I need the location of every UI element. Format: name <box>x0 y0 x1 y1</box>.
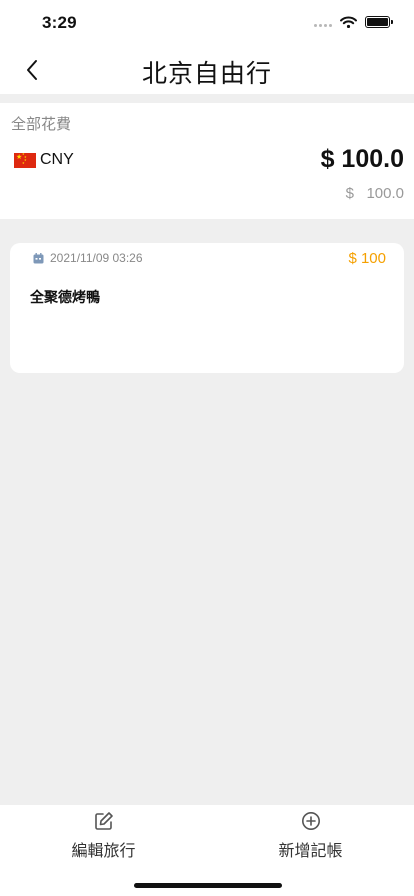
edit-trip-button[interactable]: 編輯旅行 <box>0 805 207 875</box>
add-record-label: 新增記帳 <box>278 843 343 860</box>
expense-date-row: 2021/11/09 03:26 <box>33 251 143 265</box>
expense-title: 全聚德烤鴨 <box>30 289 100 305</box>
china-flag-icon: ★ ★ ★ ★ ★ <box>14 152 36 168</box>
wifi-icon <box>340 16 357 28</box>
expense-amount: $ 100 <box>348 250 386 267</box>
expense-date: 2021/11/09 03:26 <box>50 251 143 265</box>
calendar-icon <box>33 252 44 263</box>
add-circle-icon <box>301 812 320 830</box>
currency-selector[interactable]: ★ ★ ★ ★ ★ CNY <box>14 151 74 169</box>
bottom-bar: 編輯旅行 新增記帳 <box>0 805 414 896</box>
currency-code: CNY <box>40 151 74 168</box>
nav-bar: 北京自由行 <box>0 46 414 94</box>
edit-trip-label: 編輯旅行 <box>71 843 136 860</box>
status-bar: 3:29 <box>0 0 414 46</box>
converted-amount: $ 100.0 <box>345 185 404 202</box>
summary-label: 全部花費 <box>11 116 72 133</box>
total-amount: $ 100.0 <box>320 145 404 173</box>
status-icons <box>314 16 393 28</box>
add-record-button[interactable]: 新增記帳 <box>207 805 414 875</box>
expense-card[interactable]: 2021/11/09 03:26 $ 100 全聚德烤鴨 <box>10 243 404 373</box>
battery-icon <box>365 16 393 28</box>
page-title: 北京自由行 <box>141 60 272 88</box>
edit-icon <box>94 812 113 830</box>
home-indicator <box>134 883 282 888</box>
signal-icon <box>314 17 332 27</box>
status-time: 3:29 <box>42 13 77 32</box>
